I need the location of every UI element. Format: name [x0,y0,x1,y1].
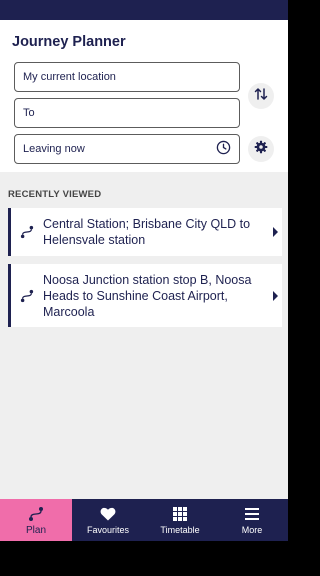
recent-journeys-section: RECENTLY VIEWED Central Station; Brisban… [0,172,288,499]
clock-icon [216,140,231,158]
recent-journey-label: Central Station; Brisbane City QLD to He… [43,217,251,247]
chevron-right-icon [268,290,282,301]
departure-time-value: Leaving now [23,143,85,155]
journey-options-button[interactable] [248,136,274,162]
system-navigation-bar [0,541,288,576]
heart-icon [100,505,116,523]
tab-plan[interactable]: Plan [0,499,72,541]
page-title: Journey Planner [12,34,126,50]
tab-more[interactable]: More [216,499,288,541]
section-title: RECENTLY VIEWED [8,189,102,200]
status-bar [0,0,288,20]
tab-timetable[interactable]: Timetable [144,499,216,541]
menu-icon [245,505,259,523]
destination-placeholder: To [23,107,35,119]
departure-time-field[interactable]: Leaving now [14,134,240,164]
tab-label: Timetable [160,525,200,535]
tab-label: Favourites [86,525,130,535]
origin-field[interactable]: My current location [14,62,240,92]
route-icon [11,289,43,303]
bottom-tab-bar: Plan Favourites Timetable More [0,499,288,541]
tab-label: More [241,525,263,535]
chevron-right-icon [268,227,282,237]
swap-locations-button[interactable] [248,83,274,109]
swap-vertical-icon [253,86,269,107]
route-icon [28,505,44,523]
gear-icon [254,140,268,159]
tab-favourites[interactable]: Favourites [72,499,144,541]
recent-journey-item[interactable]: Noosa Junction station stop B, Noosa Hea… [8,264,282,327]
journey-planner-panel: Journey Planner My current location To L… [0,20,288,172]
grid-icon [173,505,187,523]
destination-field[interactable]: To [14,98,240,128]
recent-journey-item[interactable]: Central Station; Brisbane City QLD to He… [8,208,282,256]
origin-value: My current location [23,71,116,83]
tab-label: Plan [25,524,46,536]
route-icon [11,225,43,239]
recent-journey-label: Noosa Junction station stop B, Noosa Hea… [43,272,252,319]
